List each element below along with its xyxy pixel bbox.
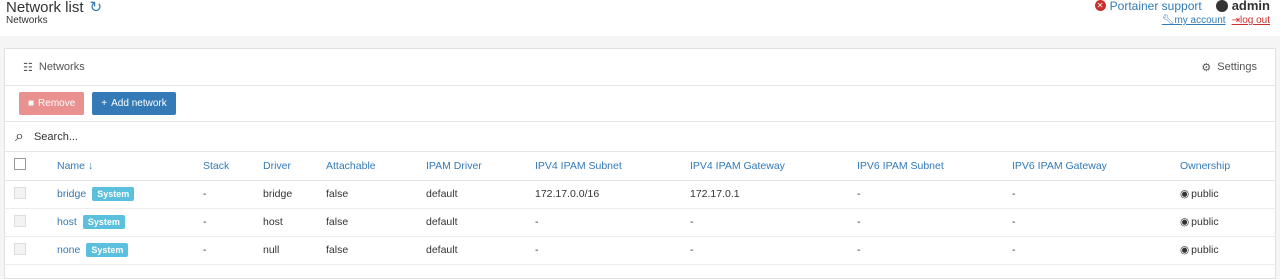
cell-ipv6-subnet: - xyxy=(857,180,1012,209)
user-circle-icon xyxy=(1215,0,1228,12)
cell-ipv4-subnet: - xyxy=(535,208,690,237)
username: admin xyxy=(1215,0,1270,13)
row-checkbox[interactable] xyxy=(14,214,26,227)
cell-ipam-driver: default xyxy=(426,208,535,237)
network-name-link[interactable]: host xyxy=(57,216,77,228)
search-row: ⌕ xyxy=(5,122,1275,152)
eye-icon: ◉ xyxy=(1180,244,1190,256)
user-area: ✕ Portainer support admin 🔧︎my account ⇥… xyxy=(1094,0,1270,26)
search-icon: ⌕ xyxy=(15,127,24,145)
table-header-row: Name ↓ Stack Driver Attachable IPAM Driv… xyxy=(5,152,1275,181)
search-input[interactable] xyxy=(31,129,332,144)
page-title-row: Network list ↻ xyxy=(6,0,102,16)
trash-icon: ■ xyxy=(28,98,35,109)
page-title: Network list xyxy=(6,0,84,16)
system-badge: System xyxy=(92,187,135,201)
cell-ipv6-subnet: - xyxy=(857,208,1012,237)
column-header-ipam-driver[interactable]: IPAM Driver xyxy=(426,152,535,181)
cell-ipv6-gateway: - xyxy=(1012,180,1180,209)
column-header-ipv6-subnet[interactable]: IPV6 IPAM Subnet xyxy=(857,152,1012,181)
cell-ipv6-subnet: - xyxy=(857,236,1012,265)
cell-stack: - xyxy=(203,180,263,209)
network-name-link[interactable]: none xyxy=(57,244,80,256)
cell-driver: null xyxy=(263,236,326,265)
cell-stack: - xyxy=(203,236,263,265)
remove-button[interactable]: ■ Remove xyxy=(19,92,85,115)
log-out-link[interactable]: ⇥log out xyxy=(1232,15,1270,26)
settings-button[interactable]: ⚙ Settings xyxy=(1201,61,1257,74)
times-circle-icon: ✕ xyxy=(1094,0,1106,11)
portainer-support-link[interactable]: ✕ Portainer support xyxy=(1094,0,1202,13)
cell-ipv4-subnet: - xyxy=(535,236,690,265)
cell-attachable: false xyxy=(326,208,426,237)
cell-ipv4-gateway: - xyxy=(690,208,857,237)
sort-alpha-icon: ↓ xyxy=(87,159,94,172)
cell-driver: host xyxy=(263,208,326,237)
table-row: none System - null false default - - - - … xyxy=(5,236,1275,265)
actions-bar: ■ Remove + Add network xyxy=(5,86,1275,122)
select-all-checkbox[interactable] xyxy=(14,158,26,171)
row-checkbox[interactable] xyxy=(14,186,26,199)
table-row: host System - host false default - - - - … xyxy=(5,208,1275,237)
network-name-link[interactable]: bridge xyxy=(57,188,86,200)
cell-ownership: ◉ public xyxy=(1180,180,1275,209)
eye-icon: ◉ xyxy=(1180,188,1190,200)
plus-icon: + xyxy=(101,98,108,109)
column-header-ownership[interactable]: Ownership xyxy=(1180,152,1275,181)
column-header-ipv6-gateway[interactable]: IPV6 IPAM Gateway xyxy=(1012,152,1180,181)
column-header-name[interactable]: Name ↓ xyxy=(57,152,203,181)
panel-title: Networks xyxy=(38,61,85,73)
column-header-attachable[interactable]: Attachable xyxy=(326,152,426,181)
cell-ownership: ◉ public xyxy=(1180,236,1275,265)
cell-ipv4-gateway: - xyxy=(690,236,857,265)
column-header-ipv4-subnet[interactable]: IPV4 IPAM Subnet xyxy=(535,152,690,181)
column-header-ipv4-gateway[interactable]: IPV4 IPAM Gateway xyxy=(690,152,857,181)
eye-icon: ◉ xyxy=(1180,216,1190,228)
cell-ownership: ◉ public xyxy=(1180,208,1275,237)
cell-attachable: false xyxy=(326,180,426,209)
my-account-link[interactable]: 🔧︎my account xyxy=(1162,15,1226,26)
breadcrumb: Networks xyxy=(6,15,48,26)
cell-ipv6-gateway: - xyxy=(1012,208,1180,237)
sign-out-icon: ⇥ xyxy=(1231,15,1240,26)
cell-stack: - xyxy=(203,208,263,237)
settings-label: Settings xyxy=(1217,61,1257,73)
add-network-button[interactable]: + Add network xyxy=(92,92,176,115)
gear-icon: ⚙ xyxy=(1201,61,1212,74)
username-text: admin xyxy=(1231,0,1270,13)
top-bar: Network list ↻ Networks ✕ Portainer supp… xyxy=(0,0,1280,36)
wrench-icon: 🔧︎ xyxy=(1161,15,1175,26)
cell-ipv4-gateway: 172.17.0.1 xyxy=(690,180,857,209)
refresh-icon[interactable]: ↻ xyxy=(90,0,103,16)
column-header-stack[interactable]: Stack xyxy=(203,152,263,181)
networks-panel: ☷ Networks ⚙ Settings ■ Remove + Add net… xyxy=(4,48,1276,279)
cell-ipam-driver: default xyxy=(426,180,535,209)
system-badge: System xyxy=(86,243,129,257)
networks-table: Name ↓ Stack Driver Attachable IPAM Driv… xyxy=(5,152,1275,265)
cell-ipv6-gateway: - xyxy=(1012,236,1180,265)
system-badge: System xyxy=(82,215,125,229)
sitemap-icon: ☷ xyxy=(23,61,33,74)
panel-header: ☷ Networks ⚙ Settings xyxy=(5,49,1275,86)
row-checkbox[interactable] xyxy=(14,242,26,255)
table-row: bridge System - bridge false default 172.… xyxy=(5,180,1275,209)
cell-ipv4-subnet: 172.17.0.0/16 xyxy=(535,180,690,209)
support-label: Portainer support xyxy=(1109,0,1202,13)
column-header-driver[interactable]: Driver xyxy=(263,152,326,181)
cell-attachable: false xyxy=(326,236,426,265)
cell-ipam-driver: default xyxy=(426,236,535,265)
cell-driver: bridge xyxy=(263,180,326,209)
